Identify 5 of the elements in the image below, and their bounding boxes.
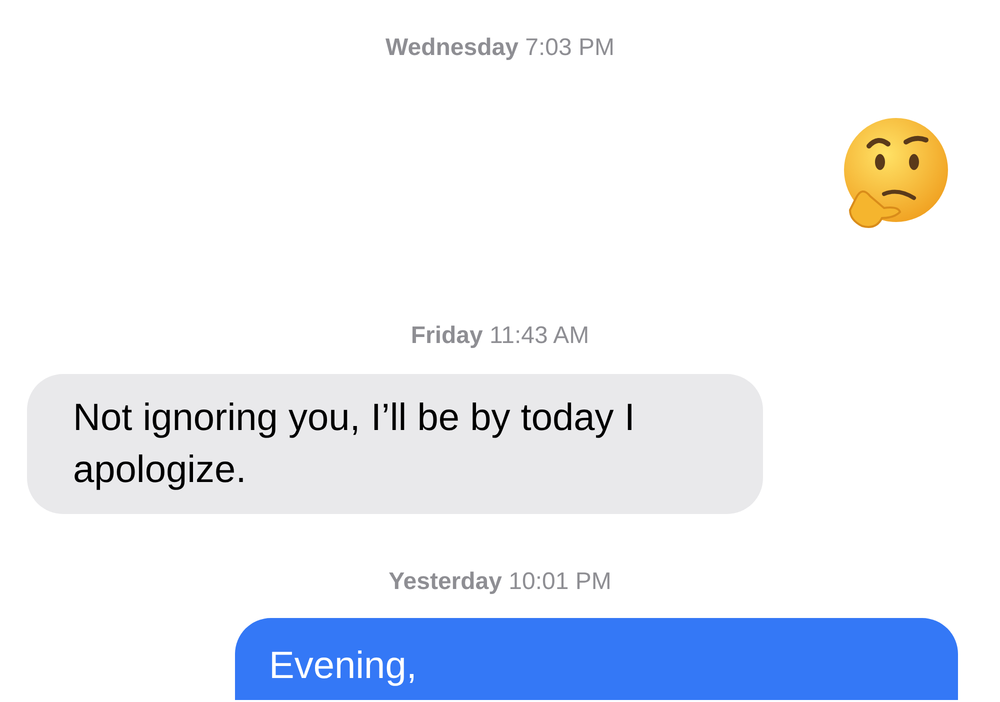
timestamp: Friday 11:43 AM <box>410 321 590 351</box>
timestamp: Yesterday 10:01 PM <box>388 567 612 597</box>
message-bubble: Evening, <box>235 618 958 700</box>
message-bubble: Not ignoring you, I’ll be by today I apologize. <box>27 374 763 514</box>
timestamp: Wednesday 7:03 PM <box>386 33 614 63</box>
